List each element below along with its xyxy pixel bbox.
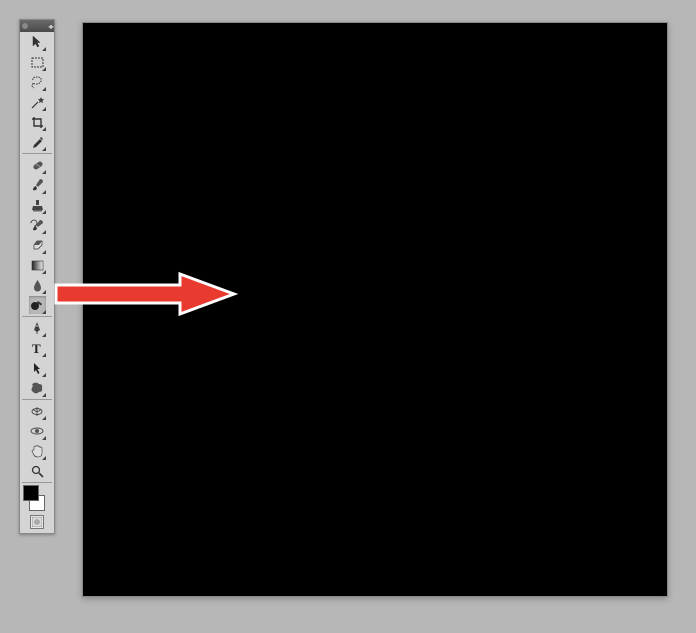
- gradient-tool[interactable]: [29, 256, 46, 274]
- separator: [22, 399, 52, 400]
- edit-mode-buttons: [20, 513, 54, 533]
- svg-text:T: T: [32, 342, 41, 354]
- tools-panel: ◂▸: [19, 19, 55, 534]
- type-tool[interactable]: T: [29, 339, 46, 357]
- separator: [22, 153, 52, 154]
- path-selection-tool[interactable]: [29, 359, 46, 377]
- marquee-tool[interactable]: [29, 53, 46, 71]
- 3d-rotate-tool[interactable]: [29, 402, 46, 420]
- 3d-camera-tool[interactable]: [29, 422, 46, 440]
- lasso-tool[interactable]: [29, 73, 46, 91]
- crop-tool[interactable]: [29, 113, 46, 131]
- color-swatches[interactable]: [23, 485, 51, 511]
- foreground-color-swatch[interactable]: [23, 485, 39, 501]
- collapse-arrows-icon: ◂▸: [48, 22, 52, 31]
- brush-tool[interactable]: [29, 176, 46, 194]
- zoom-tool[interactable]: [29, 462, 46, 480]
- move-tool[interactable]: [29, 33, 46, 51]
- shape-tool[interactable]: [29, 379, 46, 397]
- panel-menu-icon: [22, 23, 28, 29]
- healing-brush-tool[interactable]: [29, 156, 46, 174]
- magnifier-icon: [31, 465, 44, 478]
- document-canvas[interactable]: [82, 22, 668, 597]
- quick-mask-icon: [32, 517, 42, 527]
- dodge-burn-sponge-tool[interactable]: [29, 296, 46, 314]
- eyedropper-tool[interactable]: [29, 133, 46, 151]
- hand-tool[interactable]: [29, 442, 46, 460]
- tools-panel-header[interactable]: ◂▸: [20, 20, 54, 32]
- marquee-icon: [31, 57, 44, 68]
- eraser-tool[interactable]: [29, 236, 46, 254]
- blur-tool[interactable]: [29, 276, 46, 294]
- history-brush-tool[interactable]: [29, 216, 46, 234]
- pen-tool[interactable]: [29, 319, 46, 337]
- gradient-icon: [31, 260, 44, 271]
- separator: [22, 316, 52, 317]
- quick-mask-mode-button[interactable]: [30, 515, 44, 529]
- separator: [22, 482, 52, 483]
- quick-selection-tool[interactable]: [29, 93, 46, 111]
- clone-stamp-tool[interactable]: [29, 196, 46, 214]
